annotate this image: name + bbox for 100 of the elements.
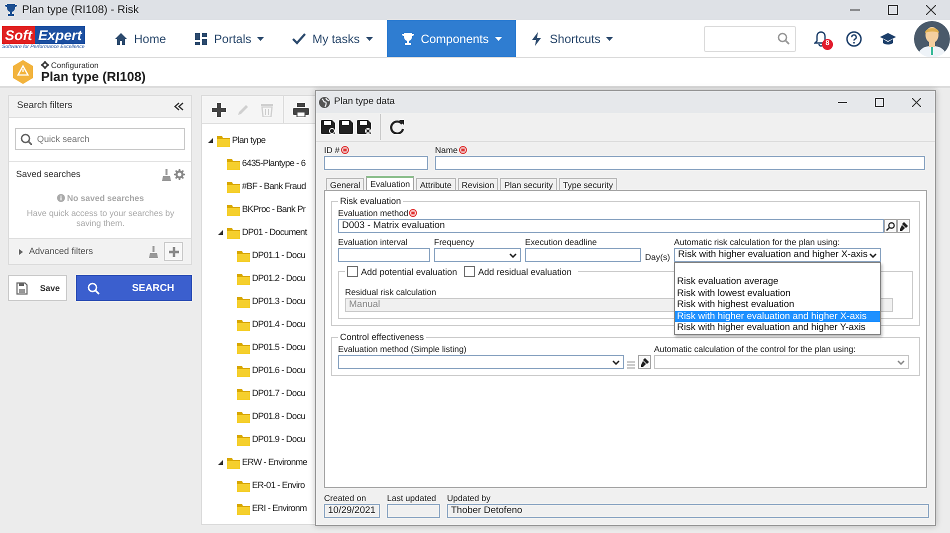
- tree-item[interactable]: DP01.1 - Docu: [252, 248, 306, 262]
- tree-item[interactable]: #BF - Bank Fraud: [242, 180, 306, 194]
- search-button[interactable]: [884, 219, 897, 233]
- checkbox-label[interactable]: Add potential evaluation: [361, 266, 458, 276]
- dropdown-option[interactable]: Risk evaluation average: [675, 276, 880, 288]
- eraser-icon: [899, 222, 908, 230]
- collapse-arrow-icon[interactable]: [218, 230, 223, 235]
- tree-item[interactable]: DP01.4 - Docu: [252, 318, 306, 332]
- tree-item[interactable]: DP01.8 - Docu: [252, 410, 306, 424]
- broom-icon[interactable]: [149, 246, 158, 258]
- chevron-down-icon: [897, 360, 905, 364]
- collapse-icon[interactable]: [174, 102, 184, 111]
- field-label: Frequency: [434, 237, 474, 247]
- tree-item[interactable]: ERI - Environm: [252, 502, 307, 516]
- refresh-icon[interactable]: [390, 120, 404, 134]
- input-field[interactable]: [324, 156, 428, 170]
- maximize-icon[interactable]: [875, 98, 884, 106]
- add-button[interactable]: [164, 242, 183, 262]
- collapse-arrow-icon[interactable]: [218, 460, 223, 465]
- tree-item[interactable]: Plan type: [232, 134, 266, 148]
- plus-icon: [168, 246, 178, 257]
- input-field[interactable]: Thober Detofeno: [447, 504, 929, 518]
- folder-icon: [237, 295, 250, 308]
- input-field[interactable]: [338, 248, 430, 262]
- save-button[interactable]: Save: [8, 275, 67, 302]
- nav-item[interactable]: My tasks: [278, 20, 387, 57]
- tree-item[interactable]: ER-01 - Enviro: [252, 478, 305, 492]
- tree-item[interactable]: 6435-Plantype - 6: [242, 156, 306, 170]
- gear-icon: [41, 61, 49, 69]
- dropdown-option[interactable]: Risk with higher evaluation and higher Y-axis: [675, 322, 880, 334]
- bolt-icon: [530, 32, 544, 46]
- folder-icon: [227, 226, 240, 239]
- breadcrumb: Configuration: [51, 60, 99, 70]
- tree-item[interactable]: ERW - Environme: [242, 456, 308, 470]
- folder-icon: [237, 387, 250, 400]
- close-icon[interactable]: [912, 98, 921, 106]
- clear-button[interactable]: [897, 219, 910, 233]
- tree-item[interactable]: DP01.7 - Docu: [252, 386, 306, 400]
- bell-icon[interactable]: [814, 30, 828, 46]
- field-label: Name: [435, 145, 458, 155]
- nav-item[interactable]: Home: [100, 20, 180, 57]
- nav-item[interactable]: Portals: [180, 20, 278, 57]
- checkbox[interactable]: [464, 266, 476, 277]
- check-icon: [292, 32, 306, 46]
- save-icon[interactable]: [321, 120, 335, 134]
- save-icon[interactable]: [357, 120, 371, 134]
- tree-item[interactable]: DP01 - Document: [242, 226, 307, 240]
- tree-item[interactable]: DP01.2 - Docu: [252, 272, 306, 286]
- chevron-down-icon: [509, 252, 517, 258]
- tree-item[interactable]: DP01.5 - Docu: [252, 340, 306, 354]
- avatar-icon[interactable]: [914, 20, 950, 56]
- folder-icon: [237, 502, 250, 515]
- tree-item[interactable]: DP01.9 - Docu: [252, 432, 306, 446]
- tree-item[interactable]: DP01.3 - Docu: [252, 294, 306, 308]
- tab[interactable]: Evaluation: [366, 176, 414, 190]
- folder-icon: [227, 157, 240, 170]
- search-button[interactable]: SEARCH: [76, 275, 192, 302]
- folder-icon: [237, 410, 250, 423]
- settings-icon[interactable]: [174, 168, 185, 180]
- tree-item[interactable]: DP01.6 - Docu: [252, 364, 306, 378]
- dropdown-option[interactable]: Risk with lowest evaluation: [675, 288, 880, 299]
- field-label: Automatic risk calculation for the plan using:: [674, 237, 840, 247]
- dropdown-option[interactable]: Risk with highest evaluation: [675, 299, 880, 310]
- save-icon[interactable]: [339, 120, 353, 134]
- tab[interactable]: Revision: [458, 178, 498, 190]
- input-field[interactable]: D003 - Matrix evaluation: [338, 219, 884, 233]
- dropdown-field[interactable]: [338, 355, 624, 369]
- folder-icon: [217, 134, 230, 147]
- clear-button[interactable]: [638, 355, 651, 369]
- close-icon[interactable]: [926, 5, 936, 15]
- broom-icon[interactable]: [162, 168, 171, 181]
- maximize-icon[interactable]: [888, 5, 898, 15]
- tab[interactable]: Type security: [558, 178, 617, 190]
- quick-search-field[interactable]: Quick search: [15, 128, 185, 150]
- input-field[interactable]: [435, 156, 925, 170]
- help-icon[interactable]: [846, 30, 862, 46]
- tab[interactable]: General: [326, 178, 364, 190]
- trophy-icon: [4, 3, 18, 17]
- field-label: Evaluation interval: [338, 237, 408, 247]
- tree-item[interactable]: BKProc - Bank Pr: [242, 202, 306, 216]
- caret-right-icon[interactable]: [19, 248, 23, 255]
- dropdown-field[interactable]: Risk with higher evaluation and higher X-axis: [674, 248, 882, 262]
- tab[interactable]: Plan security: [500, 178, 557, 190]
- input-field[interactable]: 10/29/2021: [324, 504, 380, 518]
- floppy-icon: [16, 282, 28, 295]
- checkbox[interactable]: [347, 266, 358, 277]
- dropdown-field[interactable]: [434, 248, 521, 262]
- collapse-arrow-icon[interactable]: [208, 138, 213, 143]
- nav-item[interactable]: Shortcuts: [516, 20, 628, 57]
- add-icon[interactable]: [212, 102, 226, 116]
- search-field[interactable]: [704, 26, 796, 52]
- input-field[interactable]: [525, 248, 641, 262]
- printer-icon[interactable]: [293, 102, 309, 116]
- checkbox-label[interactable]: Add residual evaluation: [478, 266, 572, 276]
- dialog-title: Plan type data: [334, 94, 395, 109]
- input-field[interactable]: [387, 504, 440, 518]
- graduation-cap-icon[interactable]: [880, 32, 896, 46]
- chevron-down-icon: [869, 252, 878, 258]
- tab[interactable]: Attribute: [416, 178, 456, 190]
- nav-item[interactable]: Components: [386, 20, 516, 57]
